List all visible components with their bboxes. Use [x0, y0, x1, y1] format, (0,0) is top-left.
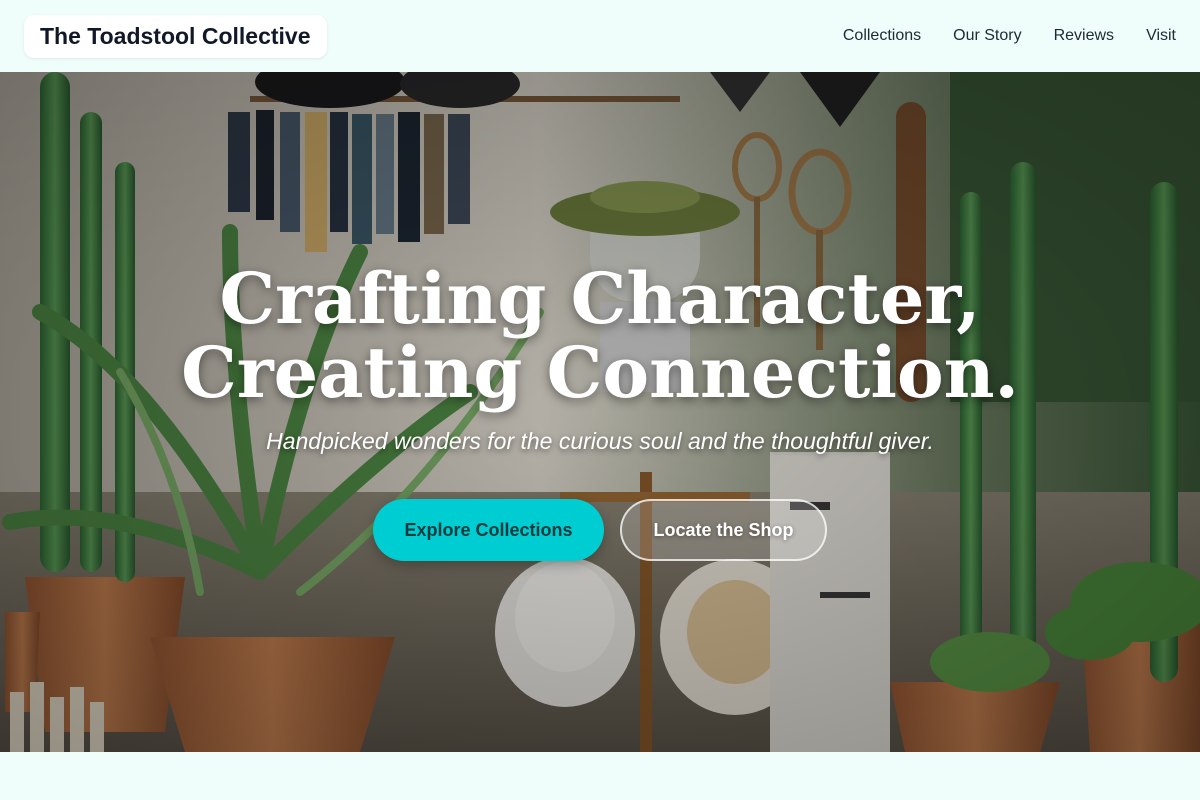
hero-tagline: Handpicked wonders for the curious soul … — [266, 428, 934, 454]
nav-link-reviews[interactable]: Reviews — [1054, 27, 1114, 45]
below-hero-section — [0, 752, 1200, 800]
locate-shop-button[interactable]: Locate the Shop — [620, 499, 827, 561]
hero-section: Crafting Character, Creating Connection.… — [0, 72, 1200, 752]
hero-content: Crafting Character, Creating Connection.… — [0, 262, 1200, 561]
nav-link-visit[interactable]: Visit — [1146, 27, 1176, 45]
site-logo[interactable]: The Toadstool Collective — [24, 14, 327, 58]
hero-title: Crafting Character, Creating Connection. — [0, 262, 1200, 410]
nav-link-our-story[interactable]: Our Story — [953, 27, 1021, 45]
hero-actions: Explore Collections Locate the Shop — [0, 499, 1200, 561]
site-header: The Toadstool Collective Collections Our… — [0, 0, 1200, 72]
explore-collections-button[interactable]: Explore Collections — [373, 499, 604, 561]
main-nav: Collections Our Story Reviews Visit — [843, 27, 1176, 45]
hero-title-line-1: Crafting Character, — [219, 257, 981, 340]
nav-link-collections[interactable]: Collections — [843, 27, 921, 45]
hero-title-line-2: Creating Connection. — [181, 331, 1019, 414]
